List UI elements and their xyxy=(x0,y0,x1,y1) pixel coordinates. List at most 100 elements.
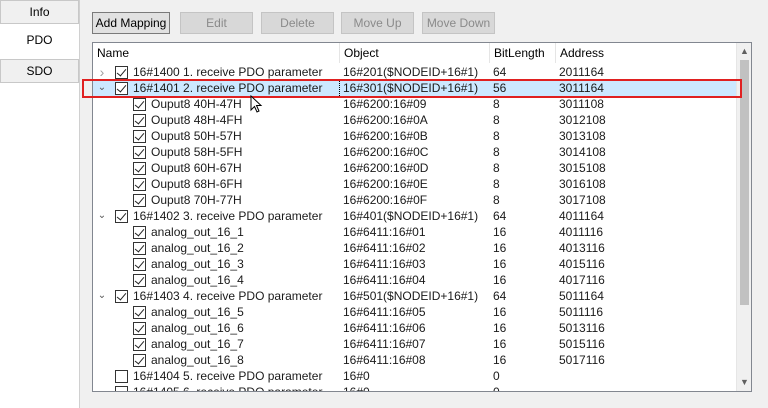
column-header-name[interactable]: Name xyxy=(93,43,340,63)
row-name: analog_out_16_3 xyxy=(151,257,244,271)
row-checkbox[interactable] xyxy=(133,114,146,127)
tree-row-mapping[interactable]: Ouput8 58H-5FH 16#6200:16#0C 8 3014108 xyxy=(93,144,737,160)
move-up-button[interactable]: Move Up xyxy=(341,12,414,34)
tree-row-mapping[interactable]: analog_out_16_2 16#6411:16#02 16 4013116 xyxy=(93,240,737,256)
chevron-down-icon[interactable]: ⌄ xyxy=(96,81,108,95)
tree-row-pdo[interactable]: ⌄ 16#1403 4. receive PDO parameter 16#501(… xyxy=(93,288,737,304)
add-mapping-button[interactable]: Add Mapping xyxy=(92,12,170,34)
row-address: 5017116 xyxy=(559,353,605,367)
column-header-object[interactable]: Object xyxy=(340,43,490,63)
column-header-address[interactable]: Address xyxy=(556,43,737,63)
move-down-button[interactable]: Move Down xyxy=(422,12,495,34)
row-name: analog_out_16_2 xyxy=(151,241,244,255)
row-address: 3017108 xyxy=(559,193,606,207)
row-checkbox[interactable] xyxy=(115,370,128,383)
row-object: 16#6200:16#09 xyxy=(343,97,427,111)
tab-pdo[interactable]: PDO xyxy=(0,28,79,52)
row-object: 16#6200:16#0E xyxy=(343,177,428,191)
delete-button[interactable]: Delete xyxy=(261,12,334,34)
chevron-down-icon[interactable]: ⌄ xyxy=(96,289,108,303)
row-bitlength: 8 xyxy=(493,193,500,207)
tree-row-pdo[interactable]: › 16#1400 1. receive PDO parameter 16#201(… xyxy=(93,64,737,80)
scrollbar-thumb[interactable] xyxy=(740,60,749,305)
row-checkbox[interactable] xyxy=(133,306,146,319)
row-object: 16#0 xyxy=(343,385,370,392)
row-checkbox[interactable] xyxy=(115,290,128,303)
row-bitlength: 16 xyxy=(493,257,507,271)
row-name: Ouput8 50H-57H xyxy=(151,129,242,143)
row-bitlength: 8 xyxy=(493,177,500,191)
row-name: analog_out_16_6 xyxy=(151,321,244,335)
row-bitlength: 8 xyxy=(493,97,500,111)
row-checkbox[interactable] xyxy=(115,66,128,79)
row-bitlength: 64 xyxy=(493,209,507,223)
row-checkbox[interactable] xyxy=(133,162,146,175)
row-checkbox[interactable] xyxy=(133,226,146,239)
tree-row-mapping[interactable]: Ouput8 60H-67H 16#6200:16#0D 8 3015108 xyxy=(93,160,737,176)
tree-row-mapping[interactable]: analog_out_16_7 16#6411:16#07 16 5015116 xyxy=(93,336,737,352)
row-checkbox[interactable] xyxy=(133,242,146,255)
tree-row-mapping[interactable]: Ouput8 68H-6FH 16#6200:16#0E 8 3016108 xyxy=(93,176,737,192)
row-object: 16#401($NODEID+16#1) xyxy=(343,209,479,223)
row-checkbox[interactable] xyxy=(115,82,128,95)
tree-row-pdo[interactable]: 16#1405 6. receive PDO parameter 16#0 0 xyxy=(93,384,737,392)
tree-row-mapping[interactable]: analog_out_16_5 16#6411:16#05 16 5011116 xyxy=(93,304,737,320)
row-bitlength: 16 xyxy=(493,225,507,239)
row-name: analog_out_16_1 xyxy=(151,225,244,239)
vertical-scrollbar[interactable]: ▲ ▼ xyxy=(736,43,751,391)
row-address: 5015116 xyxy=(559,337,605,351)
tree-row-mapping[interactable]: Ouput8 48H-4FH 16#6200:16#0A 8 3012108 xyxy=(93,112,737,128)
row-name: Ouput8 58H-5FH xyxy=(151,145,243,159)
arrow-down-icon[interactable]: ▼ xyxy=(737,375,751,390)
tree-row-mapping[interactable]: analog_out_16_4 16#6411:16#04 16 4017116 xyxy=(93,272,737,288)
chevron-right-icon[interactable]: › xyxy=(96,65,108,79)
tree-row-mapping[interactable]: analog_out_16_6 16#6411:16#06 16 5013116 xyxy=(93,320,737,336)
tree-row-mapping[interactable]: Ouput8 70H-77H 16#6200:16#0F 8 3017108 xyxy=(93,192,737,208)
row-address: 3012108 xyxy=(559,113,606,127)
row-checkbox[interactable] xyxy=(133,354,146,367)
tab-sdo[interactable]: SDO xyxy=(0,59,79,83)
tree-row-pdo[interactable]: ⌄ 16#1401 2. receive PDO parameter 16#301(… xyxy=(93,80,737,96)
tree-row-mapping[interactable]: analog_out_16_3 16#6411:16#03 16 4015116 xyxy=(93,256,737,272)
tree-row-mapping[interactable]: analog_out_16_1 16#6411:16#01 16 4011116 xyxy=(93,224,737,240)
row-address: 5013116 xyxy=(559,321,605,335)
row-checkbox[interactable] xyxy=(133,146,146,159)
row-name: Ouput8 48H-4FH xyxy=(151,113,243,127)
tree-row-mapping[interactable]: analog_out_16_8 16#6411:16#08 16 5017116 xyxy=(93,352,737,368)
row-name: 16#1405 6. receive PDO parameter xyxy=(133,385,323,392)
row-bitlength: 16 xyxy=(493,337,507,351)
row-address: 3016108 xyxy=(559,177,606,191)
row-address: 2011164 xyxy=(559,65,604,79)
row-checkbox[interactable] xyxy=(133,178,146,191)
tree-row-pdo[interactable]: 16#1404 5. receive PDO parameter 16#0 0 xyxy=(93,368,737,384)
column-header-bitlength[interactable]: BitLength xyxy=(490,43,556,63)
tree-row-mapping[interactable]: Ouput8 50H-57H 16#6200:16#0B 8 3013108 xyxy=(93,128,737,144)
tree-row-mapping[interactable]: Ouput8 40H-47H 16#6200:16#09 8 3011108 xyxy=(93,96,737,112)
edit-button[interactable]: Edit xyxy=(180,12,253,34)
row-checkbox[interactable] xyxy=(115,386,128,391)
row-checkbox[interactable] xyxy=(133,322,146,335)
pdo-mapping-tree[interactable]: Name Object BitLength Address › 16#1400 1… xyxy=(92,42,752,392)
row-checkbox[interactable] xyxy=(133,258,146,271)
row-address: 5011116 xyxy=(559,305,604,319)
row-checkbox[interactable] xyxy=(115,210,128,223)
tab-info[interactable]: Info xyxy=(0,0,79,24)
row-checkbox[interactable] xyxy=(133,98,146,111)
chevron-down-icon[interactable]: ⌄ xyxy=(96,209,108,223)
row-object: 16#6411:16#06 xyxy=(343,321,426,335)
row-checkbox[interactable] xyxy=(133,274,146,287)
row-name: analog_out_16_4 xyxy=(151,273,244,287)
row-name: 16#1401 2. receive PDO parameter xyxy=(133,81,323,95)
row-checkbox[interactable] xyxy=(133,130,146,143)
row-bitlength: 16 xyxy=(493,321,507,335)
arrow-up-icon[interactable]: ▲ xyxy=(737,44,751,59)
row-bitlength: 64 xyxy=(493,65,507,79)
row-address: 4013116 xyxy=(559,241,605,255)
row-bitlength: 16 xyxy=(493,305,507,319)
row-bitlength: 56 xyxy=(493,81,507,95)
row-bitlength: 8 xyxy=(493,161,500,175)
row-checkbox[interactable] xyxy=(133,338,146,351)
row-checkbox[interactable] xyxy=(133,194,146,207)
tree-row-pdo[interactable]: ⌄ 16#1402 3. receive PDO parameter 16#401(… xyxy=(93,208,737,224)
row-bitlength: 8 xyxy=(493,129,500,143)
